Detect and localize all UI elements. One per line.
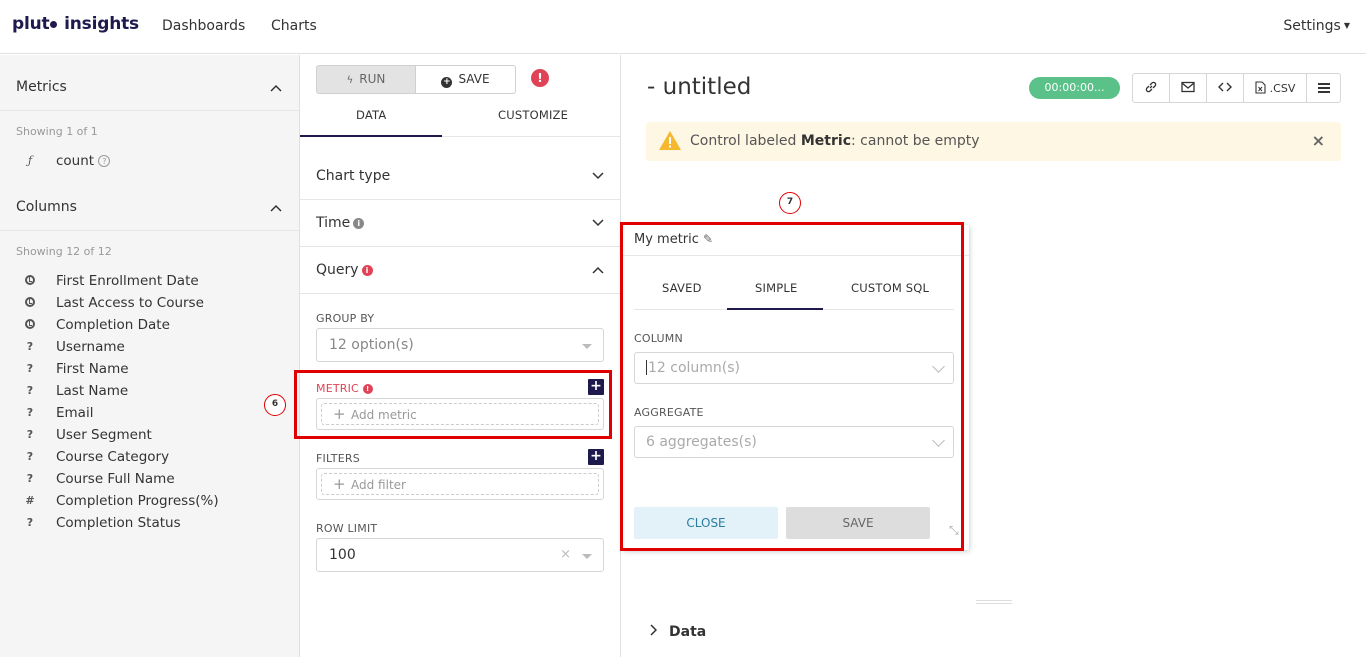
clock-icon	[24, 274, 36, 288]
chevron-up-icon[interactable]	[270, 82, 282, 94]
nav-dashboards[interactable]: Dashboards	[162, 18, 245, 34]
column-item[interactable]: Last Access to Course	[0, 293, 299, 315]
column-item[interactable]: Completion Date	[0, 315, 299, 337]
annotation-badge-6: 6	[264, 394, 286, 416]
unknown-type-icon: ?	[26, 516, 34, 529]
metric-item[interactable]: ƒ count ?	[0, 151, 299, 173]
chevron-right-icon	[650, 624, 657, 636]
dropdown-arrow-icon	[582, 554, 592, 559]
resize-handle[interactable]	[976, 600, 1012, 604]
email-icon[interactable]	[1170, 74, 1207, 102]
column-item[interactable]: ? Completion Status	[0, 513, 299, 535]
column-item[interactable]: ? Username	[0, 337, 299, 359]
section-query[interactable]: Query i	[300, 247, 620, 294]
validation-alert: Control labeled Metric: cannot be empty …	[646, 122, 1341, 161]
active-tab-indicator	[300, 135, 442, 137]
link-icon[interactable]	[1133, 74, 1170, 102]
control-panel: ϟ RUN + SAVE ! DATA CUSTOMIZE Chart type T…	[300, 55, 621, 657]
plus-circle-icon: +	[441, 77, 453, 88]
column-item[interactable]: ? Course Full Name	[0, 469, 299, 491]
chevron-up-icon[interactable]	[270, 202, 282, 214]
file-excel-icon	[1255, 81, 1266, 94]
clock-icon	[24, 296, 36, 310]
lightning-icon: ϟ	[346, 75, 354, 86]
add-filter-plus-button[interactable]: +	[588, 449, 604, 465]
unknown-type-icon: ?	[26, 406, 34, 419]
group-by-select[interactable]: 12 option(s)	[316, 328, 604, 362]
column-item[interactable]: ? Course Category	[0, 447, 299, 469]
clear-icon[interactable]: ×	[560, 547, 571, 562]
settings-menu[interactable]: Settings ▼	[1283, 18, 1350, 34]
annotation-box-popover	[620, 222, 964, 551]
brand-logo[interactable]: plut insights	[12, 14, 139, 34]
column-item[interactable]: ? User Segment	[0, 425, 299, 447]
metrics-heading: Metrics	[16, 79, 67, 95]
chart-title[interactable]: - untitled	[647, 74, 751, 100]
error-info-icon: i	[361, 265, 373, 276]
annotation-box-metric	[294, 370, 612, 439]
column-item[interactable]: First Enrollment Date	[0, 271, 299, 293]
row-limit-select[interactable]: 100 ×	[316, 538, 604, 572]
export-csv-button[interactable]: .CSV	[1244, 74, 1307, 102]
column-item[interactable]: ? Email	[0, 403, 299, 425]
clock-icon	[24, 318, 36, 332]
datasource-panel: Metrics Showing 1 of 1 ƒ count ? Columns…	[0, 55, 300, 657]
numeric-type-icon: #	[25, 494, 35, 507]
question-icon[interactable]: ?	[98, 155, 111, 167]
query-timer: 00:00:00...	[1029, 77, 1120, 99]
chevron-up-icon	[592, 266, 604, 274]
chevron-down-icon	[592, 172, 604, 180]
unknown-type-icon: ?	[26, 472, 34, 485]
close-icon[interactable]: ×	[1312, 131, 1325, 150]
unknown-type-icon: ?	[26, 384, 34, 397]
column-item[interactable]: ? First Name	[0, 359, 299, 381]
info-icon: i	[353, 218, 365, 229]
top-navbar: plut insights Dashboards Charts Settings…	[0, 0, 1366, 54]
data-section-toggle[interactable]: Data	[649, 624, 706, 640]
unknown-type-icon: ?	[26, 362, 34, 375]
metric-label: count	[56, 153, 95, 169]
tab-data[interactable]: DATA	[356, 108, 386, 122]
function-icon: ƒ	[27, 154, 33, 167]
caret-down-icon: ▼	[1343, 21, 1350, 30]
filters-label: FILTERS	[316, 452, 360, 465]
warning-icon	[659, 131, 681, 150]
add-filter-button[interactable]: + Add filter	[321, 473, 599, 495]
column-item[interactable]: ? Last Name	[0, 381, 299, 403]
columns-count: Showing 12 of 12	[16, 245, 112, 258]
nav-charts[interactable]: Charts	[271, 18, 317, 34]
chart-actions-toolbar: .CSV	[1132, 73, 1341, 103]
columns-heading: Columns	[16, 199, 77, 215]
plus-icon: +	[333, 475, 346, 493]
chevron-down-icon	[592, 219, 604, 227]
column-item[interactable]: # Completion Progress(%)	[0, 491, 299, 513]
unknown-type-icon: ?	[26, 450, 34, 463]
unknown-type-icon: ?	[26, 340, 34, 353]
tab-customize[interactable]: CUSTOMIZE	[498, 108, 568, 122]
annotation-badge-7: 7	[779, 192, 801, 214]
row-limit-label: ROW LIMIT	[316, 522, 378, 535]
embed-code-icon[interactable]	[1207, 74, 1244, 102]
save-button[interactable]: + SAVE	[416, 65, 516, 94]
error-icon[interactable]: !	[531, 69, 549, 87]
section-chart-type[interactable]: Chart type	[300, 153, 620, 200]
group-by-label: GROUP BY	[316, 312, 375, 325]
filters-field[interactable]: + Add filter	[316, 468, 604, 500]
section-time[interactable]: Time i	[300, 200, 620, 247]
run-button[interactable]: ϟ RUN	[316, 65, 416, 94]
metrics-count: Showing 1 of 1	[16, 125, 98, 138]
unknown-type-icon: ?	[26, 428, 34, 441]
dropdown-arrow-icon	[582, 344, 592, 349]
hamburger-menu-icon[interactable]	[1307, 74, 1340, 102]
